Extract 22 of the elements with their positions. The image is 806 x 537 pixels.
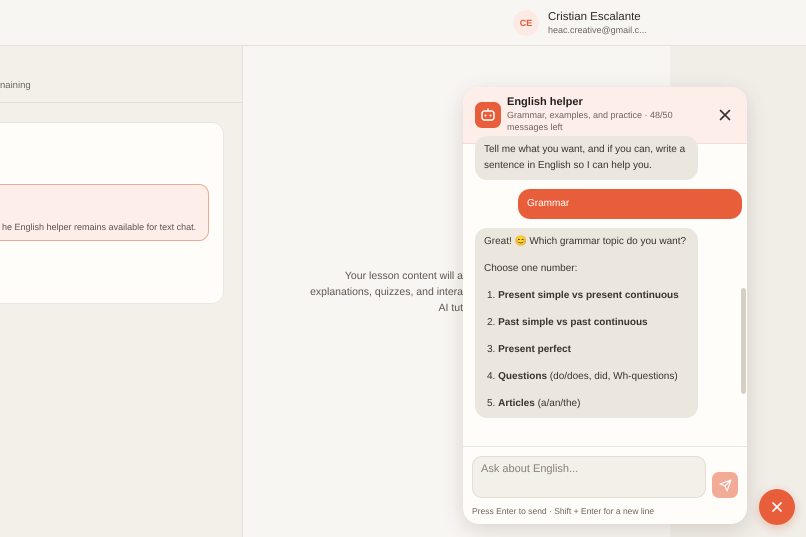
scrollbar[interactable] (741, 288, 746, 394)
send-icon (718, 478, 732, 492)
user-name: Cristian Escalante (548, 10, 642, 22)
close-icon (771, 501, 783, 513)
assistant-message: Tell me what you want, and if you can, write a sentence in English so I can help you. (475, 136, 698, 180)
close-icon (717, 107, 733, 123)
user-avatar[interactable]: CE (513, 10, 539, 36)
input-hint: Press Enter to send · Shift + Enter for a new line (472, 506, 656, 516)
user-message: Grammar (518, 189, 742, 219)
lesson-placeholder-text: AI tut (438, 302, 463, 314)
chat-title: English helper (507, 96, 584, 108)
message-input[interactable]: Ask about English... (472, 456, 706, 498)
close-button[interactable] (717, 107, 733, 123)
robot-icon (475, 102, 501, 128)
send-button[interactable] (712, 472, 738, 498)
alert-text: he English helper remains available for text chat. (2, 222, 196, 232)
chat-subtitle: Grammar, examples, and practice · 48/50 messages left (507, 110, 674, 134)
user-email: heac.creative@gmail.c... (548, 24, 644, 34)
assistant-message: Great! 😊 Which grammar topic do you want? Choose one number: 1. Present simple vs present continuous 2. Past simple vs past continuous 3. Present perfect 4. Questions (do/does, did, Wh-questions) 5. Articles (a/an/the) (475, 228, 698, 418)
lesson-placeholder-text: explanations, quizzes, and intera (310, 286, 463, 298)
status-text: naining (0, 80, 32, 93)
lesson-placeholder-text: Your lesson content will a (344, 270, 463, 282)
